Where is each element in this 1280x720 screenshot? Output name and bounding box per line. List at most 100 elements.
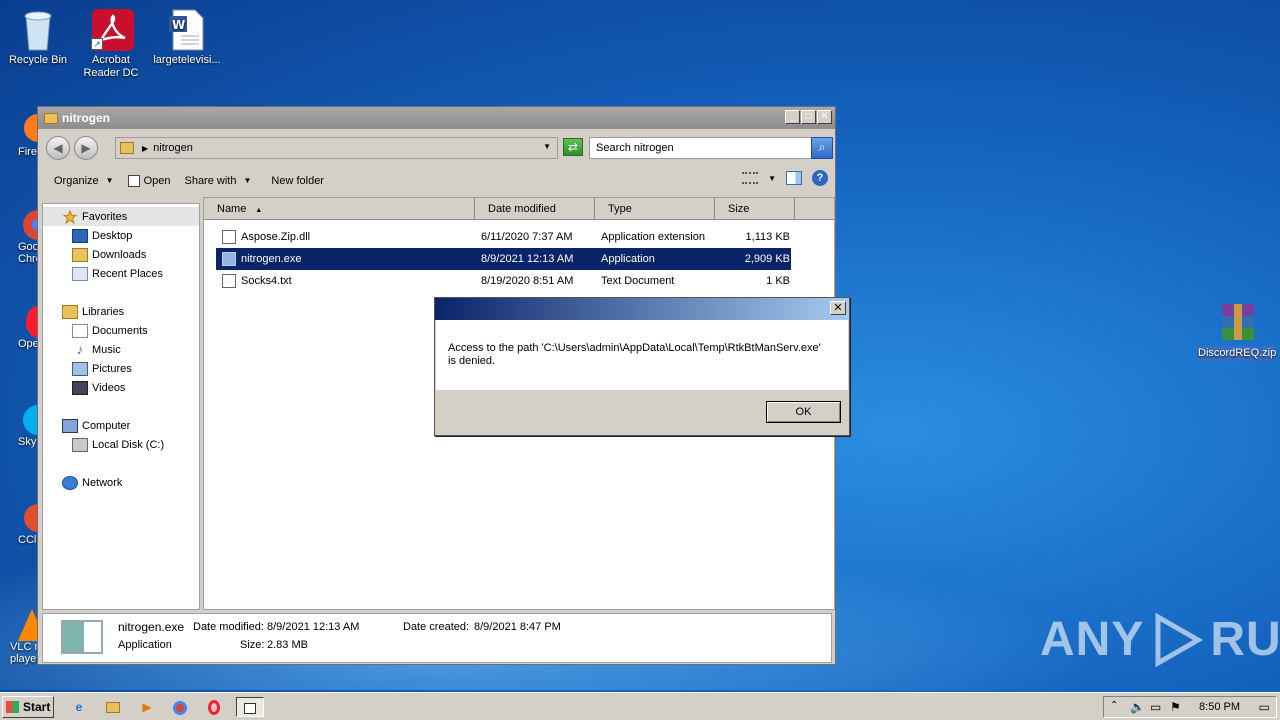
desktop-icon-acrobat[interactable]: ↗ Acrobat Reader DC	[73, 8, 149, 80]
open-button[interactable]: Open	[121, 170, 178, 192]
help-icon[interactable]: ?	[812, 170, 828, 186]
show-hidden-icons-icon[interactable]: ⌃	[1110, 700, 1118, 711]
nav-libraries[interactable]: Libraries	[43, 302, 124, 321]
address-dropdown-icon[interactable]: ▼	[543, 142, 551, 151]
nav-favorites-label: Favorites	[82, 210, 128, 223]
desktop-icon-discordreq-zip[interactable]: DiscordREQ.zip	[1198, 300, 1277, 361]
organize-menu[interactable]: Organize ▼	[47, 170, 121, 192]
file-size: 1,113 KB	[745, 231, 790, 243]
computer-icon	[62, 418, 78, 433]
column-header-size[interactable]: Size	[715, 198, 795, 220]
watermark-text-right: RUN	[1210, 613, 1280, 666]
application-thumbnail-icon	[61, 620, 103, 654]
ok-button[interactable]: OK	[766, 401, 841, 423]
nav-pictures[interactable]: Pictures	[43, 359, 132, 378]
details-created-label: Date created:	[403, 621, 470, 633]
nav-music[interactable]: ♪ Music	[43, 340, 121, 359]
desktop-icon-recycle-bin[interactable]: Recycle Bin	[0, 8, 76, 67]
internet-explorer-icon[interactable]: e	[68, 697, 90, 717]
star-icon	[62, 209, 78, 224]
file-name: Aspose.Zip.dll	[241, 231, 311, 243]
change-view-icon[interactable]	[742, 172, 759, 184]
clock[interactable]: 8:50 PM	[1199, 701, 1240, 713]
anyrun-watermark: ANY RUN	[1040, 612, 1280, 667]
network-icon	[62, 475, 78, 490]
acrobat-icon: ↗	[91, 8, 134, 51]
desktop-icon-chrome[interactable]: Goo Chro	[0, 205, 53, 265]
share-with-label: Share with	[184, 174, 237, 187]
nav-documents[interactable]: Documents	[43, 321, 148, 340]
nav-videos[interactable]: Videos	[43, 378, 125, 397]
nav-local-disk[interactable]: Local Disk (C:)	[43, 435, 164, 454]
file-name: nitrogen.exe	[241, 253, 302, 265]
dialog-close-button[interactable]: ✕	[830, 301, 846, 315]
desktop-icon	[72, 228, 88, 243]
desktop-icon-label: DiscordREQ.zip	[1198, 346, 1277, 361]
nav-favorites[interactable]: Favorites	[43, 207, 199, 226]
show-desktop-icon[interactable]: ▭	[1259, 700, 1270, 714]
downloads-folder-icon	[72, 247, 88, 262]
nav-network[interactable]: Network	[43, 473, 122, 492]
chevron-down-icon[interactable]: ▼	[768, 174, 776, 183]
desktop-icon-opera[interactable]: Ope	[0, 302, 50, 350]
network-tray-icon[interactable]: ▭	[1150, 700, 1161, 714]
recycle-bin-icon	[18, 8, 58, 51]
error-dialog: ✕ Access to the path 'C:\Users\admin\App…	[434, 297, 850, 436]
volume-icon[interactable]: 🔈	[1130, 700, 1145, 714]
column-header-type[interactable]: Type	[595, 198, 715, 220]
refresh-button[interactable]: ⇄	[563, 138, 583, 156]
desktop-icon-firefox[interactable]: Fire	[0, 110, 52, 158]
address-bar[interactable]: ▶ nitrogen ▼	[115, 137, 558, 159]
search-input[interactable]: Search nitrogen	[589, 137, 812, 159]
column-header-label: Name	[217, 203, 247, 215]
action-center-flag-icon[interactable]: ⚑	[1170, 700, 1181, 714]
dialog-message-line-1: Access to the path 'C:\Users\admin\AppDa…	[448, 342, 821, 354]
new-folder-button[interactable]: New folder	[264, 170, 331, 192]
window-title: nitrogen	[62, 111, 110, 125]
windows-logo-icon	[6, 701, 19, 713]
open-label: Open	[143, 174, 171, 187]
nav-recent-label: Recent Places	[92, 267, 163, 280]
dll-file-icon	[222, 230, 236, 244]
nav-desktop[interactable]: Desktop	[43, 226, 132, 245]
column-header-name[interactable]: Name ▲	[204, 198, 475, 220]
back-button[interactable]: ◀	[46, 136, 70, 160]
desktop-icon-label: Recycle Bin	[8, 54, 68, 66]
desktop-icon-skype[interactable]: Sky	[0, 400, 53, 448]
file-explorer-icon[interactable]	[102, 697, 124, 717]
window-titlebar[interactable]: nitrogen _ □ ✕	[38, 107, 835, 129]
start-button[interactable]: Start	[2, 696, 54, 718]
opera-taskbar-icon[interactable]	[203, 697, 225, 717]
svg-text:W: W	[172, 18, 185, 32]
minimize-button[interactable]: _	[785, 110, 800, 124]
media-player-icon[interactable]: ▶	[136, 697, 158, 717]
search-icon[interactable]: ⌕	[811, 137, 833, 159]
file-type: Text Document	[601, 275, 675, 287]
nav-recent-places[interactable]: Recent Places	[43, 264, 163, 283]
forward-button[interactable]: ▶	[74, 136, 98, 160]
play-triangle-icon	[1155, 612, 1204, 667]
nav-computer[interactable]: Computer	[43, 416, 130, 435]
details-modified-label: Date modified:	[193, 621, 264, 633]
close-button[interactable]: ✕	[817, 110, 832, 124]
nav-downloads[interactable]: Downloads	[43, 245, 146, 264]
chrome-taskbar-icon[interactable]	[169, 697, 191, 717]
file-row[interactable]: Socks4.txt 8/19/2020 8:51 AM Text Docume…	[216, 270, 791, 292]
column-header-date[interactable]: Date modified	[475, 198, 595, 220]
nitrogen-taskbar-button[interactable]	[236, 697, 264, 717]
file-date: 8/19/2020 8:51 AM	[481, 275, 574, 287]
share-with-menu[interactable]: Share with ▼	[177, 170, 258, 192]
file-type: Application	[601, 253, 655, 265]
desktop-icon-word-doc[interactable]: W largetelevisi...	[148, 8, 226, 67]
start-label: Start	[23, 700, 51, 714]
nav-computer-label: Computer	[82, 419, 131, 432]
breadcrumb-current[interactable]: nitrogen	[153, 142, 193, 154]
dialog-titlebar[interactable]	[435, 298, 849, 320]
desktop-icon-ccleaner[interactable]: CCle	[0, 498, 52, 546]
maximize-button[interactable]: □	[801, 110, 816, 124]
file-row[interactable]: Aspose.Zip.dll 6/11/2020 7:37 AM Applica…	[216, 226, 791, 248]
preview-pane-icon[interactable]	[786, 171, 802, 185]
file-date: 8/9/2021 12:13 AM	[481, 253, 574, 265]
file-row-selected[interactable]: nitrogen.exe 8/9/2021 12:13 AM Applicati…	[216, 248, 791, 270]
nav-libraries-label: Libraries	[82, 305, 125, 318]
